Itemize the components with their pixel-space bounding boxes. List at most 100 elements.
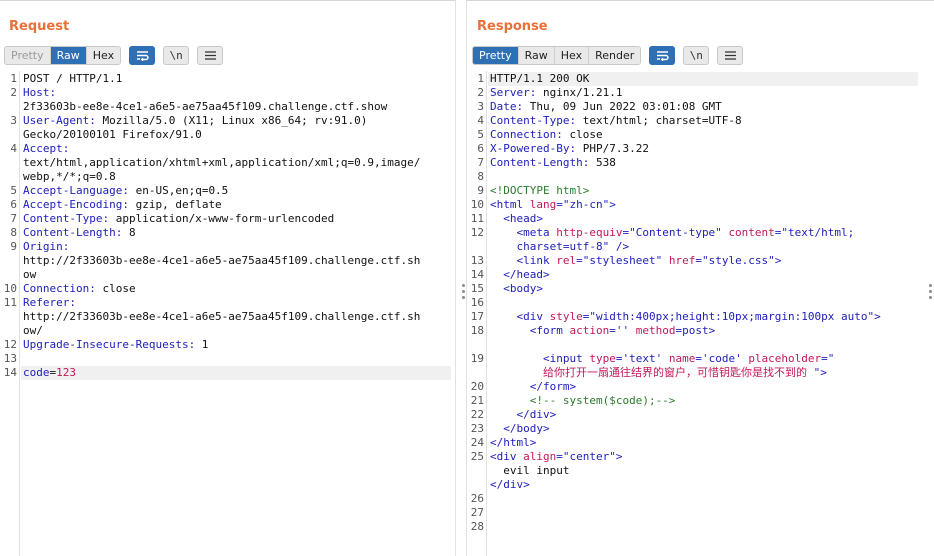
code-line: </form>: [490, 380, 576, 394]
line-number: 4: [477, 114, 484, 127]
code-line: http://2f33603b-ee8e-4ce1-a6e5-ae75aa45f…: [23, 254, 420, 268]
code-token: PHP/7.3.22: [576, 142, 649, 155]
line-number: 7: [477, 156, 484, 169]
code-token: <meta: [490, 226, 557, 239]
request-menu-button[interactable]: [197, 46, 224, 65]
code-line: Accept-Language: en-US,en;q=0.5: [23, 184, 228, 198]
request-view-tabs: Pretty Raw Hex: [4, 46, 122, 65]
wrap-lines-icon: [656, 51, 669, 61]
response-tab-raw[interactable]: Raw: [518, 47, 555, 64]
response-tab-pretty[interactable]: Pretty: [473, 47, 519, 64]
request-toolbar: Pretty Raw Hex \n: [4, 46, 224, 65]
line-number: 26: [470, 492, 484, 505]
code-token: 2f33603b-ee8e-4ce1-a6e5-ae75aa45f109.cha…: [23, 100, 388, 113]
code-line: </head>: [490, 268, 549, 282]
code-token: <input: [490, 352, 590, 365]
code-token: </body>: [490, 422, 550, 435]
code-token: >: [615, 450, 623, 463]
code-line: http://2f33603b-ee8e-4ce1-a6e5-ae75aa45f…: [23, 310, 420, 324]
response-tab-hex[interactable]: Hex: [554, 47, 590, 64]
code-line: Server: nginx/1.21.1: [490, 86, 622, 100]
response-wrap-button[interactable]: [649, 46, 676, 65]
code-token: Referer:: [23, 296, 76, 309]
line-number: 17: [470, 310, 484, 323]
hamburger-menu-icon: [204, 51, 216, 60]
request-gutter: 1 2 3 4 5 6 7 8 9 10 11 12 13 14: [0, 71, 20, 556]
code-token: style: [549, 310, 583, 323]
code-token: webp,*/*;q=0.8: [23, 170, 116, 183]
code-token: Content-Length:: [490, 156, 590, 169]
code-token: Accept-Encoding:: [23, 198, 129, 211]
response-editor[interactable]: 1 2 3 4 5 6 7 8 9 10 11 12 13 14 15 16 17 18 19 20 21 22 23 24 2…: [467, 71, 934, 556]
response-tab-render[interactable]: Render: [589, 47, 641, 64]
pane-resize-handle[interactable]: [462, 284, 465, 299]
line-number: 13: [470, 254, 484, 267]
code-line: Connection: close: [23, 282, 136, 296]
code-line: evil input: [490, 464, 569, 478]
line-number: 11: [3, 296, 17, 309]
code-token: text/html; charset=UTF-8: [576, 114, 742, 127]
request-newline-button[interactable]: \n: [163, 46, 190, 65]
line-number: 3: [477, 100, 484, 113]
line-number: 5: [477, 128, 484, 141]
code-token: Content-Type:: [490, 114, 577, 127]
code-line: </div>: [490, 408, 556, 422]
line-number: 9: [477, 184, 484, 197]
code-line: Content-Type: text/html; charset=UTF-8: [490, 114, 742, 128]
line-number: 8: [477, 170, 484, 183]
code-line: 给你打开一扇通往结界的窗户，可惜钥匙你是找不到的 ">: [490, 366, 827, 380]
code-token: ="style.css": [695, 254, 775, 267]
line-number: 8: [10, 226, 17, 239]
request-wrap-button[interactable]: [129, 46, 156, 65]
line-number: 12: [470, 226, 484, 239]
code-line: Referer:: [23, 296, 76, 310]
code-token: />: [615, 240, 630, 253]
code-token: ="width:400px;height:10px;margin:100px a…: [582, 310, 875, 323]
code-token: <body>: [490, 282, 543, 295]
response-title: Response: [477, 19, 548, 34]
code-token: evil input: [490, 464, 570, 477]
request-tab-raw[interactable]: Raw: [50, 47, 87, 64]
code-line: <link rel="stylesheet" href="style.css">: [490, 254, 781, 268]
code-line: text/html,application/xhtml+xml,applicat…: [23, 156, 420, 170]
code-token: ='text': [615, 352, 669, 365]
response-toolbar: Pretty Raw Hex Render \n: [472, 46, 744, 65]
response-menu-button[interactable]: [717, 46, 744, 65]
response-newline-button[interactable]: \n: [683, 46, 710, 65]
code-line: Accept:: [23, 142, 69, 156]
code-token: en-US,en;q=0.5: [128, 184, 229, 197]
code-token: HTTP/1.1 200 OK: [490, 72, 590, 85]
line-number: 16: [470, 296, 484, 309]
code-token: ow/: [23, 324, 43, 337]
line-number: 13: [3, 352, 17, 365]
line-number: 24: [470, 436, 484, 449]
code-token: 123: [56, 366, 76, 379]
code-token: X-Powered-By:: [490, 142, 577, 155]
request-pane: Request Pretty Raw Hex \n 1 2 3 4 5 6 7 8 9 10 11 1…: [0, 0, 456, 556]
request-tab-pretty[interactable]: Pretty: [5, 47, 51, 64]
request-editor[interactable]: 1 2 3 4 5 6 7 8 9 10 11 12 13 14 POST / HTTP/1.1 Host:…: [0, 71, 455, 556]
code-line: <form action='' method=post>: [490, 324, 716, 338]
line-number: 1: [477, 72, 484, 85]
code-token: 8: [122, 226, 136, 239]
code-token: ="Content-type": [622, 226, 729, 239]
code-token: 1: [195, 338, 209, 351]
code-token: <html: [490, 198, 530, 211]
code-token: content: [728, 226, 775, 239]
request-tab-hex[interactable]: Hex: [86, 47, 121, 64]
hamburger-menu-icon: [724, 51, 736, 60]
line-number: 15: [470, 282, 484, 295]
code-line: Content-Length: 8: [23, 226, 136, 240]
line-number: 11: [470, 212, 484, 225]
code-token: text/html,application/xhtml+xml,applicat…: [23, 156, 421, 169]
code-line: 2f33603b-ee8e-4ce1-a6e5-ae75aa45f109.cha…: [23, 100, 387, 114]
code-line: Accept-Encoding: gzip, deflate: [23, 198, 222, 212]
code-token: action: [569, 324, 610, 337]
code-token: ="center": [556, 450, 616, 463]
code-token: close: [562, 128, 603, 141]
right-resize-handle[interactable]: [929, 284, 932, 299]
code-token: ='code': [695, 352, 749, 365]
code-token: Content-Length:: [23, 226, 123, 239]
code-token: ow: [23, 268, 37, 281]
line-number: 9: [10, 240, 17, 253]
